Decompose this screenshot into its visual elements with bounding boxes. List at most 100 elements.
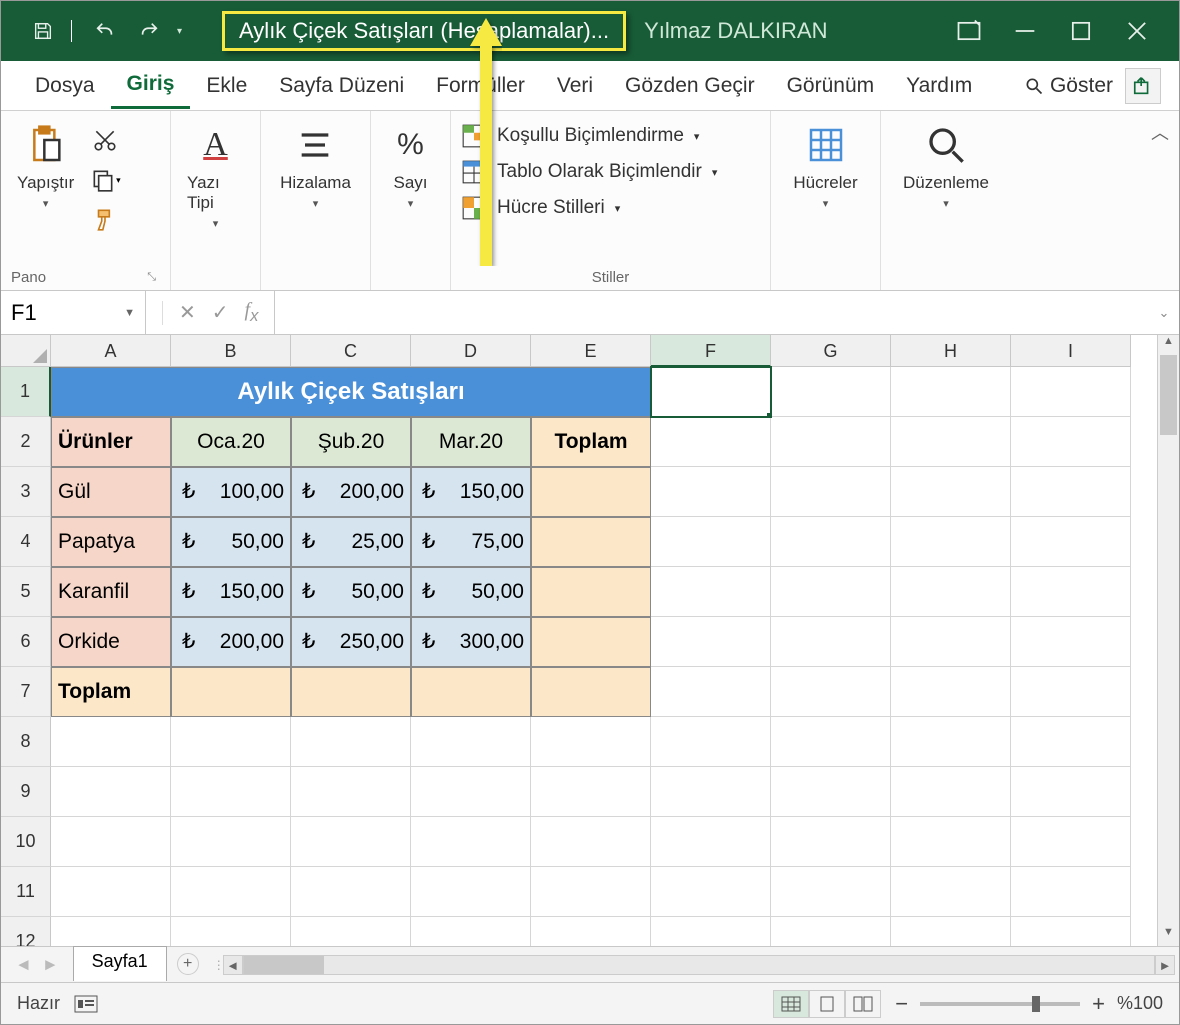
zoom-out-button[interactable]: − <box>895 991 908 1017</box>
cells-button[interactable]: Hücreler <box>787 117 863 214</box>
paste-button[interactable]: Yapıştır <box>11 117 80 214</box>
cell[interactable] <box>651 867 771 917</box>
cell[interactable] <box>771 767 891 817</box>
cell[interactable] <box>651 517 771 567</box>
total-row-label[interactable]: Toplam <box>51 667 171 717</box>
name-box[interactable]: F1 ▼ <box>1 291 146 334</box>
cell[interactable] <box>291 867 411 917</box>
row-header-4[interactable]: 4 <box>1 517 51 567</box>
cell[interactable] <box>1011 767 1131 817</box>
cell[interactable] <box>51 767 171 817</box>
product-name[interactable]: Gül <box>51 467 171 517</box>
tab-veri[interactable]: Veri <box>541 64 609 108</box>
merged-title[interactable]: Aylık Çiçek Satışları <box>51 367 651 417</box>
cell[interactable] <box>411 767 531 817</box>
cell[interactable] <box>891 767 1011 817</box>
col-header-I[interactable]: I <box>1011 335 1131 367</box>
cell-styles-button[interactable]: Hücre Stilleri▾ <box>461 195 717 221</box>
cell[interactable] <box>891 567 1011 617</box>
row-header-12[interactable]: 12 <box>1 917 51 946</box>
zoom-in-button[interactable]: + <box>1092 991 1105 1017</box>
cell[interactable] <box>171 767 291 817</box>
value-cell[interactable]: ₺25,00 <box>291 517 411 567</box>
cell[interactable] <box>771 917 891 946</box>
total-cell[interactable] <box>531 617 651 667</box>
header-month-0[interactable]: Oca.20 <box>171 417 291 467</box>
total-cell[interactable] <box>531 567 651 617</box>
cell[interactable] <box>531 917 651 946</box>
cell-F1[interactable] <box>651 367 771 417</box>
formula-input[interactable] <box>275 291 1149 334</box>
cell[interactable] <box>411 917 531 946</box>
cut-button[interactable] <box>88 123 122 157</box>
cell[interactable] <box>651 767 771 817</box>
cell[interactable] <box>651 717 771 767</box>
cell[interactable] <box>51 867 171 917</box>
cell[interactable] <box>291 767 411 817</box>
cell[interactable] <box>651 817 771 867</box>
cell[interactable] <box>1011 417 1131 467</box>
share-button[interactable] <box>1125 68 1161 104</box>
cell[interactable] <box>171 717 291 767</box>
page-break-view-button[interactable] <box>845 990 881 1018</box>
value-cell[interactable]: ₺250,00 <box>291 617 411 667</box>
header-month-2[interactable]: Mar.20 <box>411 417 531 467</box>
row-header-6[interactable]: 6 <box>1 617 51 667</box>
cell[interactable] <box>651 617 771 667</box>
cell[interactable] <box>771 717 891 767</box>
format-painter-button[interactable] <box>88 203 122 237</box>
value-cell[interactable]: ₺200,00 <box>291 467 411 517</box>
macro-record-icon[interactable] <box>74 995 98 1013</box>
col-header-G[interactable]: G <box>771 335 891 367</box>
cell[interactable] <box>171 867 291 917</box>
cell[interactable] <box>1011 667 1131 717</box>
cell[interactable] <box>891 517 1011 567</box>
cell[interactable] <box>531 817 651 867</box>
save-icon[interactable] <box>27 15 59 47</box>
total-cell[interactable] <box>171 667 291 717</box>
add-sheet-button[interactable]: + <box>177 953 199 975</box>
total-cell[interactable] <box>291 667 411 717</box>
cell[interactable] <box>291 917 411 946</box>
redo-icon[interactable] <box>133 15 165 47</box>
cell[interactable] <box>891 917 1011 946</box>
header-month-1[interactable]: Şub.20 <box>291 417 411 467</box>
page-layout-view-button[interactable] <box>809 990 845 1018</box>
spreadsheet-grid[interactable]: ABCDEFGHI1Aylık Çiçek Satışları2ÜrünlerO… <box>1 335 1179 946</box>
number-button[interactable]: % Sayı <box>381 117 441 214</box>
scroll-down-icon[interactable]: ▼ <box>1158 926 1179 946</box>
cell[interactable] <box>1011 617 1131 667</box>
tab-giriş[interactable]: Giriş <box>111 62 191 109</box>
row-header-1[interactable]: 1 <box>1 367 51 417</box>
name-box-dropdown-icon[interactable]: ▼ <box>124 307 135 319</box>
sheet-nav-next-icon[interactable]: ► <box>42 955 59 975</box>
scroll-right-icon[interactable]: ► <box>1155 955 1175 975</box>
value-cell[interactable]: ₺50,00 <box>411 567 531 617</box>
clipboard-launcher-icon[interactable]: ⤡ <box>147 271 160 284</box>
cell[interactable] <box>531 867 651 917</box>
tab-formüller[interactable]: Formüller <box>420 64 541 108</box>
expand-formula-bar-icon[interactable]: ⌄ <box>1149 291 1179 334</box>
header-total[interactable]: Toplam <box>531 417 651 467</box>
minimize-icon[interactable] <box>1011 17 1039 45</box>
cell[interactable] <box>1011 917 1131 946</box>
row-header-3[interactable]: 3 <box>1 467 51 517</box>
format-as-table-button[interactable]: Tablo Olarak Biçimlendir▾ <box>461 159 717 185</box>
zoom-level[interactable]: %100 <box>1117 993 1163 1014</box>
cell[interactable] <box>531 717 651 767</box>
tab-yardım[interactable]: Yardım <box>890 64 988 108</box>
row-header-2[interactable]: 2 <box>1 417 51 467</box>
total-cell[interactable] <box>531 667 651 717</box>
collapse-ribbon-icon[interactable]: ︿ <box>1151 119 1169 145</box>
col-header-C[interactable]: C <box>291 335 411 367</box>
col-header-E[interactable]: E <box>531 335 651 367</box>
undo-icon[interactable] <box>89 15 121 47</box>
cell[interactable] <box>771 667 891 717</box>
value-cell[interactable]: ₺75,00 <box>411 517 531 567</box>
cell[interactable] <box>1011 717 1131 767</box>
col-header-F[interactable]: F <box>651 335 771 367</box>
cell-I1[interactable] <box>1011 367 1131 417</box>
row-header-7[interactable]: 7 <box>1 667 51 717</box>
value-cell[interactable]: ₺150,00 <box>171 567 291 617</box>
total-cell[interactable] <box>531 517 651 567</box>
